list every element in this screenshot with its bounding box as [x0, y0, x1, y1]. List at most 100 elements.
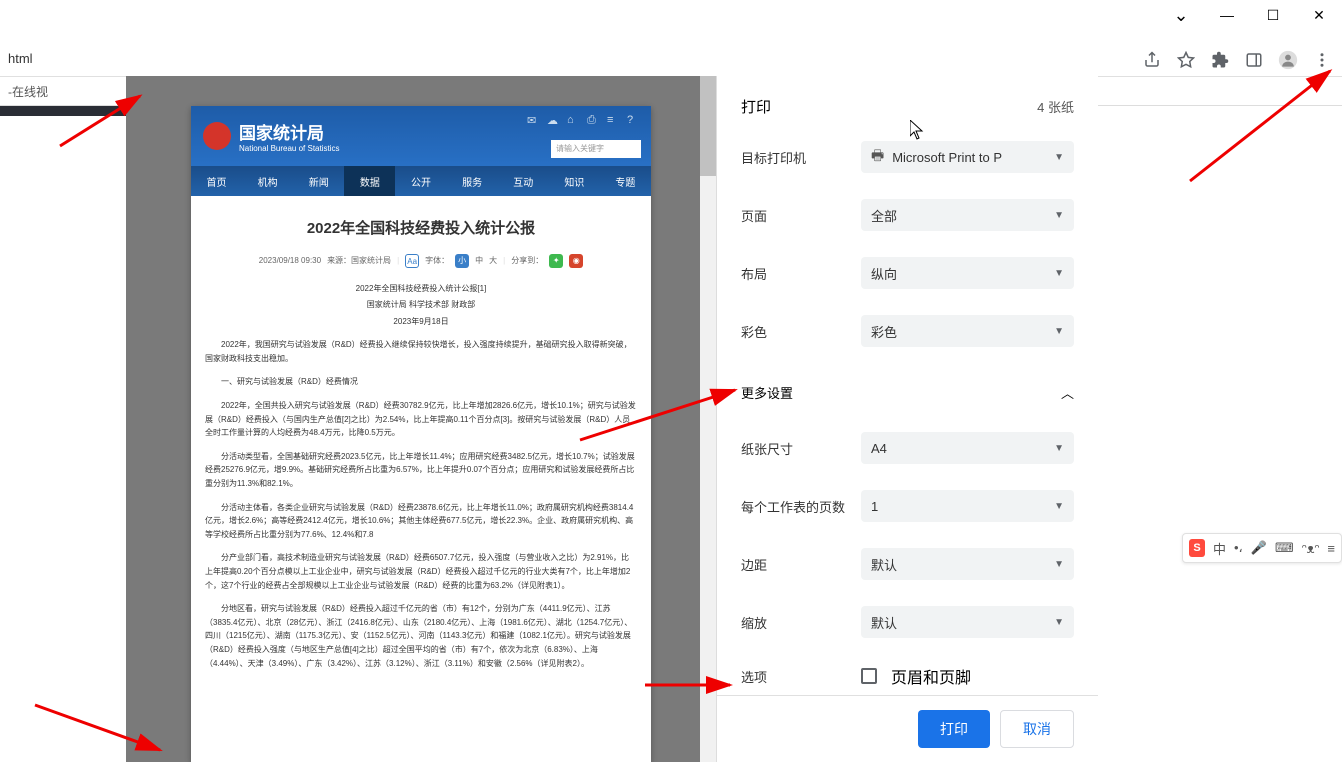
ime-voice-icon[interactable]: 🎤	[1251, 540, 1267, 556]
scale-value: 默认	[871, 613, 897, 632]
layout-value: 纵向	[871, 264, 897, 283]
destination-value: Microsoft Print to P	[892, 150, 1002, 165]
article-paragraph: 分产业部门看，高技术制造业研究与试验发展（R&D）经费6507.7亿元，投入强度…	[205, 551, 637, 592]
window-maximize-button[interactable]: ☐	[1250, 0, 1296, 30]
article-title: 2022年全国科技经费投入统计公报	[205, 216, 637, 242]
print-dialog: 打印 4 张纸 目标打印机 🖶 Microsoft Print to P ▼ 页…	[716, 76, 1098, 762]
destination-label: 目标打印机	[741, 148, 861, 167]
pages-label: 页面	[741, 206, 861, 225]
share-label: 分享到：	[511, 254, 543, 268]
star-icon[interactable]	[1176, 50, 1196, 70]
article-subtitle-1: 2022年全国科技经费投入统计公报[1]	[205, 282, 637, 296]
pages-per-sheet-select[interactable]: 1 ▼	[861, 490, 1074, 522]
print-icon: ⎙	[587, 114, 599, 126]
color-select[interactable]: 彩色 ▼	[861, 315, 1074, 347]
font-large-button: 大	[489, 254, 497, 268]
bubble-icon: ☁	[547, 114, 559, 126]
site-nav-item: 首页	[191, 166, 242, 196]
chevron-down-icon: ▼	[1054, 443, 1064, 454]
ime-menu-icon[interactable]: ≡	[1327, 541, 1335, 556]
weibo-icon: ◉	[569, 254, 583, 268]
preview-page-1: 国家统计局 National Bureau of Statistics ✉ ☁ …	[191, 106, 651, 762]
article-paragraph: 分活动类型看，全国基础研究经费2023.5亿元，比上年增长11.4%；应用研究经…	[205, 450, 637, 491]
window-close-button[interactable]: ✕	[1296, 0, 1342, 30]
site-search-input: 请输入关键字	[551, 140, 641, 158]
pages-select[interactable]: 全部 ▼	[861, 199, 1074, 231]
chevron-up-icon: ︿	[1061, 383, 1074, 402]
article-body: 2022年，我国研究与试验发展（R&D）经费投入继续保持较快增长，投入强度持续提…	[205, 338, 637, 670]
chevron-down-icon: ▼	[1054, 152, 1064, 163]
chevron-down-icon: ▼	[1054, 501, 1064, 512]
site-header: 国家统计局 National Bureau of Statistics ✉ ☁ …	[191, 106, 651, 166]
margins-select[interactable]: 默认 ▼	[861, 548, 1074, 580]
printer-icon: 🖶	[871, 145, 884, 169]
ime-mascot-icon[interactable]: ᵔᴥᵔ	[1302, 541, 1320, 556]
chevron-down-icon: ▼	[1054, 210, 1064, 221]
article-paragraph: 一、研究与试验发展（R&D）经费情况	[205, 375, 637, 389]
options-label: 选项	[741, 667, 861, 686]
site-nav-item: 公开	[395, 166, 446, 196]
ime-toolbar[interactable]: S 中 •، 🎤 ⌨ ᵔᴥᵔ ≡	[1182, 533, 1342, 563]
ime-keyboard-icon[interactable]: ⌨	[1275, 540, 1294, 556]
destination-select[interactable]: 🖶 Microsoft Print to P ▼	[861, 141, 1074, 173]
font-mid-button: 中	[475, 254, 483, 268]
cancel-button[interactable]: 取消	[1000, 710, 1074, 748]
article-paragraph: 分地区看，研究与试验发展（R&D）经费投入超过千亿元的省（市）有12个，分别为广…	[205, 602, 637, 670]
color-value: 彩色	[871, 322, 897, 341]
site-nav: 首页机构新闻数据公开服务互动知识专题	[191, 166, 651, 196]
print-button[interactable]: 打印	[918, 710, 990, 748]
preview-scrollbar-thumb[interactable]	[700, 76, 716, 176]
chevron-down-icon: ▼	[1054, 326, 1064, 337]
preview-scrollbar-track[interactable]	[700, 76, 716, 762]
menu-icon[interactable]	[1312, 50, 1332, 70]
font-label: 字体：	[425, 254, 449, 268]
tab-label: -在线视	[8, 83, 48, 100]
ime-punct-icon[interactable]: •،	[1234, 540, 1243, 556]
paper-size-label: 纸张尺寸	[741, 439, 861, 458]
site-logo-icon	[203, 122, 231, 150]
mail-icon: ✉	[527, 114, 539, 126]
article-paragraph: 2022年，我国研究与试验发展（R&D）经费投入继续保持较快增长，投入强度持续提…	[205, 338, 637, 365]
font-aa-icon: Aa	[405, 254, 419, 268]
layout-label: 布局	[741, 264, 861, 283]
chevron-down-icon: ▼	[1054, 559, 1064, 570]
paper-size-value: A4	[871, 441, 887, 456]
url-fragment: html	[8, 51, 33, 66]
pages-per-sheet-label: 每个工作表的页数	[741, 497, 861, 516]
window-chevron-icon[interactable]: ⌄	[1158, 0, 1204, 30]
article-meta: 2023/09/18 09:30 来源：国家统计局 | Aa 字体： 小 中 大…	[205, 254, 637, 268]
scale-label: 缩放	[741, 613, 861, 632]
article-paragraph: 2022年，全国共投入研究与试验发展（R&D）经费30782.9亿元，比上年增加…	[205, 399, 637, 440]
headers-footers-checkbox[interactable]	[861, 668, 877, 684]
site-nav-item: 数据	[344, 166, 395, 196]
article-subtitle-3: 2023年9月18日	[205, 315, 637, 329]
color-label: 彩色	[741, 322, 861, 341]
ime-lang-button[interactable]: 中	[1213, 539, 1226, 558]
sogou-logo-icon[interactable]: S	[1189, 539, 1205, 557]
sidepanel-icon[interactable]	[1244, 50, 1264, 70]
article-date: 2023/09/18 09:30	[259, 254, 321, 268]
more-settings-toggle[interactable]: 更多设置 ︿	[741, 373, 1074, 412]
site-nav-item: 机构	[242, 166, 293, 196]
site-nav-item: 专题	[600, 166, 651, 196]
site-nav-item: 新闻	[293, 166, 344, 196]
chevron-down-icon: ▼	[1054, 268, 1064, 279]
profile-icon[interactable]	[1278, 50, 1298, 70]
share-icon[interactable]	[1142, 50, 1162, 70]
print-sheets-count: 4 张纸	[1037, 97, 1074, 116]
site-nav-item: 知识	[549, 166, 600, 196]
scale-select[interactable]: 默认 ▼	[861, 606, 1074, 638]
layout-select[interactable]: 纵向 ▼	[861, 257, 1074, 289]
print-preview-pane: 国家统计局 National Bureau of Statistics ✉ ☁ …	[126, 76, 716, 762]
address-bar: html	[0, 40, 1342, 76]
site-name-en: National Bureau of Statistics	[239, 144, 340, 153]
extensions-icon[interactable]	[1210, 50, 1230, 70]
site-header-icons: ✉ ☁ ⌂ ⎙ ≡ ?	[527, 114, 639, 126]
margins-label: 边距	[741, 555, 861, 574]
pages-value: 全部	[871, 206, 897, 225]
window-minimize-button[interactable]: —	[1204, 0, 1250, 30]
more-settings-label: 更多设置	[741, 383, 793, 402]
paper-size-select[interactable]: A4 ▼	[861, 432, 1074, 464]
print-title: 打印	[741, 96, 771, 117]
chevron-down-icon: ▼	[1054, 617, 1064, 628]
